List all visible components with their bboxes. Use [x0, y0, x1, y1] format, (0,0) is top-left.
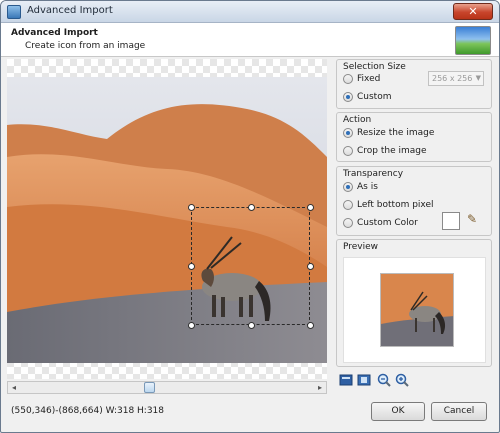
cancel-button[interactable]: Cancel — [431, 402, 487, 421]
action-group: Action Resize the image Crop the image — [336, 112, 492, 162]
left-bottom-radio[interactable]: Left bottom pixel — [343, 200, 434, 210]
actual-size-icon[interactable] — [357, 373, 371, 387]
custom-color-swatch[interactable] — [442, 212, 460, 230]
eyedropper-icon[interactable]: ✎ — [467, 212, 481, 230]
crop-radio[interactable]: Crop the image — [343, 146, 427, 156]
transparency-label: Transparency — [343, 169, 404, 179]
action-label: Action — [343, 115, 372, 125]
as-is-radio[interactable]: As is — [343, 182, 378, 192]
radio-icon — [343, 218, 353, 228]
resize-handle[interactable] — [307, 263, 314, 270]
fixed-radio[interactable]: Fixed — [343, 74, 380, 84]
crop-label: Crop the image — [357, 146, 427, 156]
selection-status: (550,346)-(868,664) W:318 H:318 — [11, 406, 165, 416]
resize-label: Resize the image — [357, 128, 435, 138]
selection-size-label: Selection Size — [343, 62, 406, 72]
preview-image — [380, 273, 454, 347]
radio-icon — [343, 200, 353, 210]
ok-button[interactable]: OK — [371, 402, 425, 421]
scroll-right-icon[interactable]: ▸ — [314, 382, 326, 393]
radio-icon — [343, 92, 353, 102]
custom-color-radio[interactable]: Custom Color — [343, 218, 418, 228]
header-title: Advanced Import — [11, 28, 98, 38]
scrollbar-thumb[interactable] — [144, 382, 155, 393]
resize-handle[interactable] — [307, 204, 314, 211]
zoom-out-icon[interactable] — [377, 373, 391, 387]
advanced-import-window: Advanced Import ✕ Advanced Import Create… — [0, 0, 500, 433]
fixed-label: Fixed — [357, 74, 381, 84]
radio-icon — [343, 128, 353, 138]
radio-icon — [343, 74, 353, 84]
as-is-label: As is — [357, 182, 378, 192]
horizontal-scrollbar[interactable]: ◂ ▸ — [7, 381, 327, 394]
fit-to-window-icon[interactable] — [339, 373, 353, 387]
close-button[interactable]: ✕ — [453, 3, 493, 20]
chevron-down-icon: ▼ — [475, 74, 481, 82]
resize-handle[interactable] — [188, 263, 195, 270]
wallpaper-thumbnail-icon — [455, 26, 491, 55]
custom-label: Custom — [357, 92, 392, 102]
custom-color-label: Custom Color — [357, 218, 418, 228]
radio-icon — [343, 146, 353, 156]
preview-label: Preview — [343, 242, 379, 252]
fixed-size-select[interactable]: 256 x 256 ▼ — [428, 71, 484, 86]
window-title: Advanced Import — [27, 5, 113, 16]
resize-radio[interactable]: Resize the image — [343, 128, 434, 138]
scroll-left-icon[interactable]: ◂ — [8, 382, 20, 393]
title-bar[interactable]: Advanced Import ✕ — [1, 1, 499, 23]
preview-group: Preview — [336, 239, 492, 367]
resize-handle[interactable] — [188, 322, 195, 329]
resize-handle[interactable] — [188, 204, 195, 211]
custom-radio[interactable]: Custom — [343, 92, 391, 102]
resize-handle[interactable] — [248, 322, 255, 329]
fixed-size-value: 256 x 256 — [432, 74, 473, 83]
preview-area — [343, 257, 486, 363]
dialog-header: Advanced Import Create icon from an imag… — [1, 23, 499, 57]
selection-size-group: Selection Size Fixed 256 x 256 ▼ Custom — [336, 59, 492, 109]
radio-icon — [343, 182, 353, 192]
image-canvas[interactable] — [7, 59, 327, 379]
app-icon — [7, 5, 21, 19]
zoom-in-icon[interactable] — [395, 373, 409, 387]
left-bottom-label: Left bottom pixel — [357, 200, 434, 210]
header-subtitle: Create icon from an image — [25, 41, 146, 51]
resize-handle[interactable] — [248, 204, 255, 211]
resize-handle[interactable] — [307, 322, 314, 329]
selection-rectangle[interactable] — [188, 204, 314, 329]
